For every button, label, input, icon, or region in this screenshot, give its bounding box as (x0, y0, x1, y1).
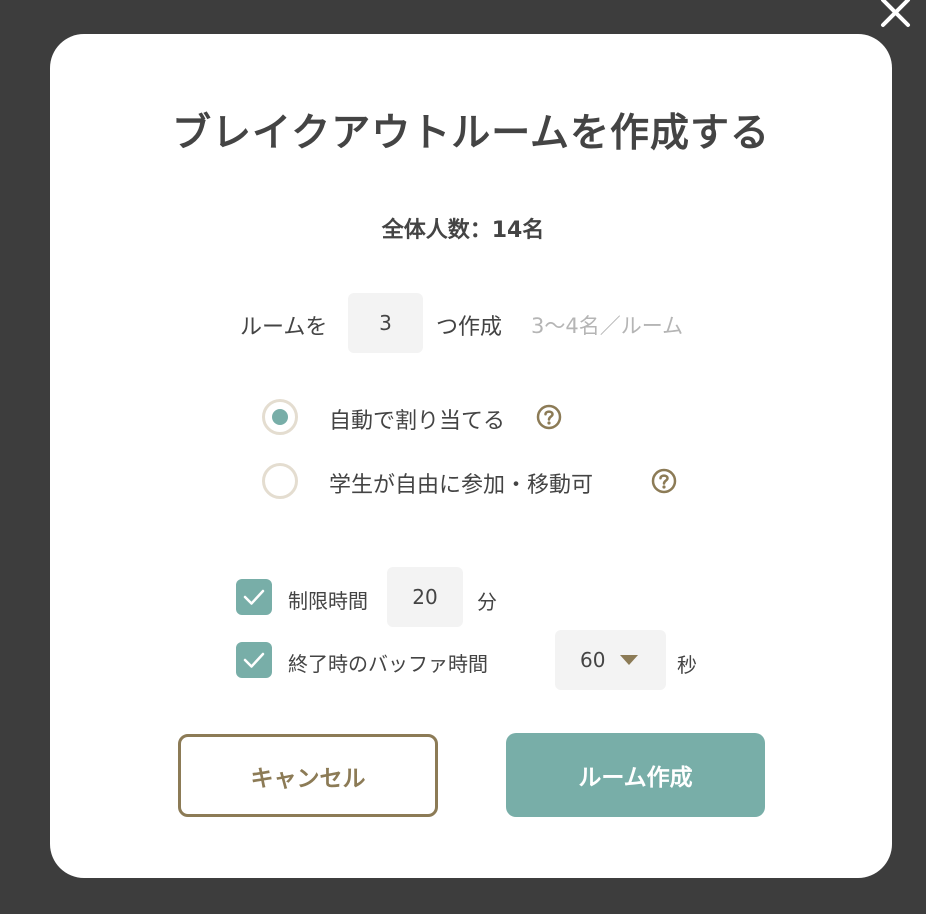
dialog-title: ブレイクアウトルームを作成する (171, 111, 771, 156)
radio-free-join[interactable] (262, 463, 298, 499)
help-icon[interactable] (651, 468, 677, 494)
members-per-room-hint: 3〜4名／ルーム (531, 314, 684, 338)
time-limit-input[interactable]: 20 (387, 567, 463, 627)
create-room-button[interactable]: ルーム作成 (506, 733, 765, 817)
time-limit-checkbox[interactable] (236, 579, 272, 615)
close-icon[interactable] (878, 0, 914, 30)
radio-selected-dot (272, 409, 288, 425)
radio-label-free-join: 学生が自由に参加・移動可 (329, 473, 594, 498)
dropdown-arrow-icon (620, 655, 639, 665)
room-count-suffix: つ作成 (436, 315, 503, 340)
radio-auto-assign[interactable] (262, 399, 298, 435)
checkmark-icon (243, 652, 265, 668)
help-icon[interactable] (536, 404, 562, 430)
time-limit-label: 制限時間 (288, 589, 368, 613)
total-participants: 全体人数：14名 (381, 218, 545, 243)
time-limit-unit: 分 (477, 590, 497, 614)
checkmark-icon (243, 589, 265, 605)
buffer-time-label: 終了時のバッファ時間 (288, 652, 488, 676)
room-count-input[interactable]: 3 (348, 293, 423, 353)
room-count-row: ルームを 3 つ作成 3〜4名／ルーム (0, 293, 926, 353)
buffer-time-value: 60 (580, 648, 606, 672)
buffer-time-select[interactable]: 60 (555, 630, 666, 690)
breakout-room-dialog: ブレイクアウトルームを作成する (50, 34, 892, 878)
room-count-prefix: ルームを (240, 315, 328, 340)
cancel-button[interactable]: キャンセル (178, 734, 438, 817)
buffer-time-checkbox[interactable] (236, 642, 272, 678)
close-button[interactable] (878, 0, 914, 30)
buffer-time-unit: 秒 (677, 653, 697, 677)
radio-label-auto-assign: 自動で割り当てる (329, 409, 506, 434)
